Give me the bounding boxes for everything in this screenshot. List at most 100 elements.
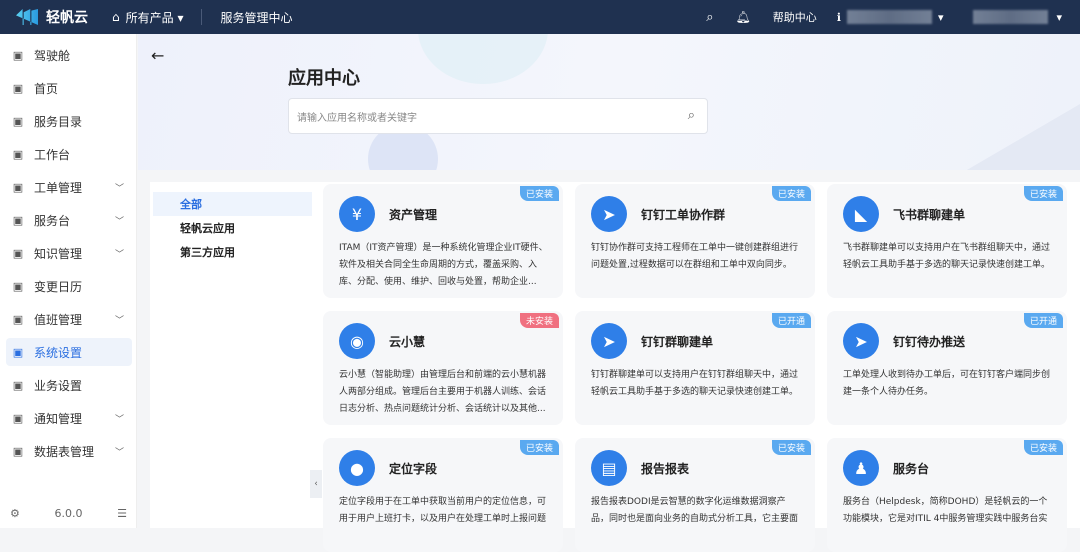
brand-logo[interactable]: 轻帆云 [16, 7, 88, 27]
status-badge: 已安装 [772, 440, 811, 455]
workbench-icon: ▣ [12, 148, 24, 161]
sidebar-item-label: 通知管理 [34, 410, 82, 427]
app-card[interactable]: 已开通 ➤ 钉钉待办推送 工单处理人收到待办工单后，可在钉钉客户端同步创建一条个… [827, 311, 1067, 425]
sidebar-item-label: 系统设置 [34, 344, 82, 361]
category-item[interactable]: 轻帆云应用 [153, 216, 312, 240]
sidebar: ⚙ 6.0.0 ☰ ▣驾驶舱▣首页▣服务目录▣工作台▣工单管理﹀▣服务台﹀▣知识… [0, 34, 137, 528]
sidebar-footer: ⚙ 6.0.0 ☰ [0, 498, 137, 528]
search-icon[interactable]: ⌕ [706, 10, 713, 25]
back-arrow-icon[interactable]: ← [151, 46, 164, 65]
divider [201, 9, 202, 25]
center-name[interactable]: 服务管理中心 [220, 9, 292, 26]
robot-icon: ◉ [339, 323, 375, 359]
sidebar-item-label: 首页 [34, 80, 58, 97]
book-icon: ▣ [12, 247, 24, 260]
asset-icon: ¥ [339, 196, 375, 232]
chevron-down-icon: ﹀ [115, 412, 124, 425]
app-card[interactable]: 已安装 ● 定位字段 定位字段用于在工单中获取当前用户的定位信息，可用于用户上班… [323, 438, 563, 552]
chevron-down-icon: ﹀ [115, 313, 124, 326]
duty-icon: ▣ [12, 313, 24, 326]
ticket-icon: ▣ [12, 181, 24, 194]
chevron-down-icon: ﹀ [115, 445, 124, 458]
dingtalk-icon: ➤ [591, 323, 627, 359]
settings-icon[interactable]: ⚙ [10, 507, 20, 520]
collapse-categories-button[interactable]: ‹ [310, 470, 322, 498]
business-icon: ▣ [12, 379, 24, 392]
category-item[interactable]: 全部 [153, 192, 312, 216]
status-badge: 未安装 [520, 313, 559, 328]
app-description: 定位字段用于在工单中获取当前用户的定位信息，可用于用户上班打卡，以及用户在处理工… [339, 494, 551, 528]
sidebar-item-label: 业务设置 [34, 377, 82, 394]
tenant-dropdown[interactable]: ℹ▾ [837, 10, 944, 24]
sidebar-item-label: 驾驶舱 [34, 47, 70, 64]
sidebar-item[interactable]: ▣ 业务设置 [6, 371, 132, 399]
sidebar-item[interactable]: ▣ 变更日历 [6, 272, 132, 300]
sidebar-item[interactable]: ▣工单管理﹀ [6, 173, 132, 201]
sidebar-item[interactable]: ▣服务台﹀ [6, 206, 132, 234]
sidebar-item-label: 数据表管理 [34, 443, 94, 460]
table-icon: ▣ [12, 445, 24, 458]
status-badge: 已安装 [520, 440, 559, 455]
app-card[interactable]: 已开通 ➤ 钉钉群聊建单 钉钉群聊建单可以支持用户在钉钉群组聊天中，通过轻帆云工… [575, 311, 815, 425]
app-description: 报告报表DODI是云智慧的数字化运维数据洞察产品，同时也是面向业务的自助式分析工… [591, 494, 803, 528]
app-name: 服务台 [893, 460, 929, 477]
app-list-area: ‹ 全部轻帆云应用第三方应用已安装 ¥ 资产管理 ITAM（IT资产管理）是一种… [150, 182, 1080, 528]
catalog-icon: ▣ [12, 115, 24, 128]
app-description: 工单处理人收到待办工单后，可在钉钉客户端同步创建一条个人待办任务。 [843, 367, 1055, 401]
app-description: 钉钉协作群可支持工程师在工单中一键创建群组进行问题处置,过程数据可以在群组和工单… [591, 240, 803, 274]
sidebar-item[interactable]: ▣ 首页 [6, 74, 132, 102]
page-header: ← 应用中心 请输入应用名称或者关键字⌕ [138, 34, 1080, 170]
status-badge: 已安装 [1024, 440, 1063, 455]
app-card[interactable]: 未安装 ◉ 云小慧 云小慧（智能助理）由管理后台和前端的云小慧机器人两部分组成。… [323, 311, 563, 425]
sidebar-item[interactable]: ▣ 值班管理 ﹀ [6, 305, 132, 333]
calendar-icon: ▣ [12, 280, 24, 293]
app-name: 定位字段 [389, 460, 437, 477]
sidebar-item[interactable]: ▣系统设置 [6, 338, 132, 366]
status-badge: 已开通 [1024, 313, 1063, 328]
sidebar-item-label: 工作台 [34, 146, 70, 163]
sidebar-item[interactable]: ▣ 数据表管理 ﹀ [6, 437, 132, 465]
app-description: 云小慧（智能助理）由管理后台和前端的云小慧机器人两部分组成。管理后台主要用于机器… [339, 367, 551, 418]
logo-icon [16, 9, 38, 25]
sidebar-item-label: 变更日历 [34, 278, 82, 295]
status-badge: 已安装 [1024, 186, 1063, 201]
app-description: ITAM（IT资产管理）是一种系统化管理企业IT硬件、软件及相关合同全生命周期的… [339, 240, 551, 291]
user-dropdown[interactable]: ▾ [973, 10, 1062, 24]
app-name: 钉钉待办推送 [893, 333, 965, 350]
service-desk-icon: ♟ [843, 450, 879, 486]
notify-icon: ▣ [12, 412, 24, 425]
status-badge: 已安装 [772, 186, 811, 201]
home-icon: ▣ [12, 82, 24, 95]
app-name: 钉钉工单协作群 [641, 206, 725, 223]
app-card[interactable]: 已安装 ¥ 资产管理 ITAM（IT资产管理）是一种系统化管理企业IT硬件、软件… [323, 184, 563, 298]
help-center-link[interactable]: 帮助中心 [773, 9, 817, 25]
status-badge: 已安装 [520, 186, 559, 201]
location-icon: ● [339, 450, 375, 486]
search-input[interactable]: 请输入应用名称或者关键字⌕ [288, 98, 708, 134]
version: 6.0.0 [55, 507, 83, 520]
app-card[interactable]: 已安装 ◣ 飞书群聊建单 飞书群聊建单可以支持用户在飞书群组聊天中，通过轻帆云工… [827, 184, 1067, 298]
home-icon[interactable]: ⌂ [112, 10, 120, 24]
sidebar-item-label: 值班管理 [34, 311, 82, 328]
sidebar-item[interactable]: ▣知识管理﹀ [6, 239, 132, 267]
sidebar-item[interactable]: ▣ 驾驶舱 [6, 41, 132, 69]
sidebar-item[interactable]: ▣ 工作台 [6, 140, 132, 168]
sidebar-item-label: 服务目录 [34, 113, 82, 130]
app-card[interactable]: 已安装 ♟ 服务台 服务台（Helpdesk，简称DOHD）是轻帆云的一个功能模… [827, 438, 1067, 552]
page-title: 应用中心 [288, 64, 360, 90]
sidebar-item[interactable]: ▣ 服务目录 [6, 107, 132, 135]
search-icon[interactable]: ⌕ [688, 108, 695, 123]
sidebar-item-label: 知识管理 [34, 245, 82, 262]
collapse-menu-icon[interactable]: ☰ [117, 507, 127, 520]
sidebar-item[interactable]: ▣ 通知管理 ﹀ [6, 404, 132, 432]
bell-icon[interactable]: 🔔︎ [736, 10, 751, 24]
category-item[interactable]: 第三方应用 [153, 240, 312, 264]
app-card[interactable]: 已安装 ▤ 报告报表 报告报表DODI是云智慧的数字化运维数据洞察产品，同时也是… [575, 438, 815, 552]
all-products-dropdown[interactable]: 所有产品 ▾ [126, 9, 184, 26]
app-description: 服务台（Helpdesk，简称DOHD）是轻帆云的一个功能模块，它是对ITIL … [843, 494, 1055, 528]
sidebar-item-label: 服务台 [34, 212, 70, 229]
app-card[interactable]: 已安装 ➤ 钉钉工单协作群 钉钉协作群可支持工程师在工单中一键创建群组进行问题处… [575, 184, 815, 298]
dingtalk-icon: ➤ [843, 323, 879, 359]
app-description: 飞书群聊建单可以支持用户在飞书群组聊天中，通过轻帆云工具助手基于多选的聊天记录快… [843, 240, 1055, 274]
dashboard-icon: ▣ [12, 49, 24, 62]
